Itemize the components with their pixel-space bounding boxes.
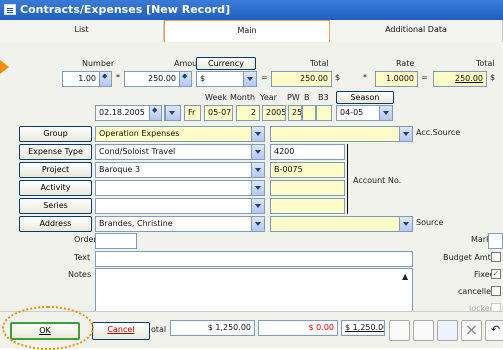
address-select[interactable]: Brandes, Christine — [95, 216, 265, 232]
source-select[interactable] — [270, 216, 413, 232]
tab-additional-data[interactable]: Additional Data — [330, 20, 503, 42]
pw-label: PW — [287, 93, 300, 102]
account-code-field[interactable]: 4200 — [270, 144, 345, 160]
expense-type-select[interactable]: Cond/Soloist Travel — [95, 144, 265, 160]
multiply-sign: * — [116, 73, 120, 82]
window-title: Contracts/Expenses [New Record] — [20, 3, 231, 16]
series-code-field — [270, 198, 345, 214]
new-record-icon[interactable] — [389, 320, 410, 341]
undo-icon[interactable]: ↶ — [485, 320, 503, 341]
amount-input[interactable]: 250.00 — [124, 71, 192, 87]
total-currency-label: $ — [335, 73, 341, 82]
activity-select[interactable] — [95, 180, 265, 196]
fixed-checkbox[interactable]: ✓ — [491, 269, 501, 279]
date-dropdown[interactable] — [164, 105, 181, 121]
b-field — [302, 105, 316, 121]
season-select[interactable]: 04-05 — [336, 105, 393, 121]
season-button[interactable]: Season — [336, 91, 394, 104]
b3-field — [316, 105, 332, 121]
activity-code-field — [270, 180, 345, 196]
date-dropdown-icon[interactable] — [165, 106, 180, 120]
b-label: B — [304, 93, 310, 102]
project-dropdown-icon[interactable] — [251, 163, 264, 177]
total2-currency-label: $ — [490, 73, 496, 82]
season-dropdown-icon[interactable] — [379, 106, 392, 120]
footer-underlined-total-field: $ 1,250.00 — [341, 320, 385, 336]
total-label: Total — [310, 59, 329, 68]
project-button[interactable]: Project — [19, 162, 92, 178]
group-dropdown-icon[interactable] — [251, 127, 264, 141]
acc-source-label: Acc.Source — [416, 128, 461, 137]
equals-sign-2: = — [421, 73, 428, 82]
address-dropdown-icon[interactable] — [251, 217, 264, 231]
source-dropdown-icon[interactable] — [399, 217, 412, 231]
multiply-sign-2: * — [363, 73, 367, 82]
scroll-up-icon[interactable]: ▲ — [402, 272, 408, 281]
rate-field[interactable]: 1.0000 — [375, 71, 418, 87]
activity-button[interactable]: Activity — [19, 180, 92, 196]
year-field: 2005 — [262, 105, 286, 121]
ok-button-highlight — [2, 306, 94, 350]
account-no-label: Account No. — [353, 176, 402, 185]
activity-dropdown-icon[interactable] — [251, 181, 264, 195]
footer-red-total-field: $ 0.00 — [258, 320, 338, 336]
currency-select[interactable]: $ — [196, 71, 257, 87]
series-button[interactable]: Series — [19, 198, 92, 214]
cancel-button[interactable]: Cancel — [92, 322, 150, 340]
date-input[interactable]: 02.18.2005 — [95, 105, 162, 121]
total-footer-label: otal — [151, 325, 167, 334]
save-icon[interactable] — [437, 320, 458, 341]
budget-amount-label: Budget Amt. — [443, 253, 494, 262]
project-select[interactable]: Baroque 3 — [95, 162, 265, 178]
number-label: Number — [82, 59, 115, 68]
mark-input[interactable] — [488, 233, 503, 249]
tab-list[interactable]: List — [0, 20, 164, 42]
window-title-bar: Contracts/Expenses [New Record] — [0, 0, 503, 20]
date-spin-icon[interactable] — [149, 106, 161, 120]
amount-spin-icon[interactable] — [179, 72, 191, 86]
group-button[interactable]: Group — [19, 126, 92, 142]
order-label: Order — [74, 235, 97, 244]
series-select[interactable] — [95, 198, 265, 214]
text-label: Text — [74, 253, 91, 262]
group-select[interactable]: Operation Expenses — [95, 126, 265, 142]
currency-button[interactable]: Currency — [196, 57, 256, 70]
notes-label: Notes — [68, 270, 92, 279]
month-label: Month — [230, 93, 256, 102]
delete-icon[interactable]: × — [461, 320, 482, 341]
currency-dropdown-icon[interactable] — [243, 72, 256, 86]
week-field: 05-07 — [204, 105, 233, 121]
number-spin-icon[interactable] — [99, 72, 111, 86]
day-field: Fr — [184, 105, 201, 121]
tab-main[interactable]: Main — [164, 20, 330, 44]
footer-total-field: $ 1,250.00 — [170, 320, 255, 336]
account-bracket — [347, 144, 348, 214]
rate-label: Rate — [396, 59, 415, 68]
total-field: 250.00 — [271, 71, 332, 87]
month-field: 2 — [236, 105, 260, 121]
project-code-field: B-0075 — [270, 162, 345, 178]
order-input[interactable] — [95, 233, 137, 249]
total2-field: 250.00 — [433, 71, 487, 87]
acc-source-select[interactable] — [270, 126, 413, 142]
year-label: Year — [260, 93, 277, 102]
pw-field: 25 — [288, 105, 302, 121]
number-input[interactable]: 1.00 — [62, 71, 112, 87]
cancelled-checkbox[interactable] — [491, 286, 501, 296]
text-input[interactable] — [95, 251, 413, 267]
series-dropdown-icon[interactable] — [251, 199, 264, 213]
acc-source-dropdown-icon[interactable] — [399, 127, 412, 141]
source-label: Source — [416, 218, 444, 227]
b3-label: B3 — [318, 93, 329, 102]
equals-sign: = — [261, 73, 268, 82]
week-label: Week — [205, 93, 227, 102]
expense-type-dropdown-icon[interactable] — [251, 145, 264, 159]
app-icon — [4, 4, 16, 15]
expense-type-button[interactable]: Expense Type — [19, 144, 92, 160]
copy-record-icon[interactable] — [413, 320, 434, 341]
total2-label: Total — [476, 59, 495, 68]
budget-amount-checkbox[interactable] — [491, 252, 501, 262]
address-button[interactable]: Address — [19, 216, 92, 232]
pointer-arrow-icon — [0, 60, 9, 74]
